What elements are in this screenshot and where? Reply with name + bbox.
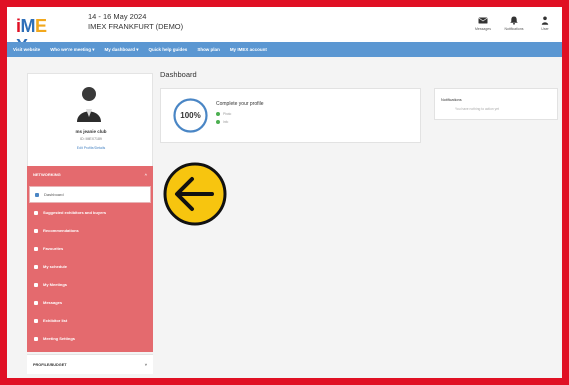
menu-heading-label: NETWORKING (33, 172, 61, 177)
logo-letter: M (20, 16, 36, 36)
edit-profile-link[interactable]: Edit Profile/Details (28, 146, 154, 150)
person-icon (541, 16, 549, 25)
menu-item-messages[interactable]: Messages (29, 294, 151, 311)
networking-menu: NETWORKING ˄ Dashboard Suggested exhibit… (27, 166, 153, 352)
notifications-card: Notifications You have nothing to action… (434, 88, 558, 120)
profile-budget-label: PROFILE/BUDGET (33, 362, 67, 367)
completion-title: Complete your profile (216, 101, 264, 107)
messages-label: Messages (475, 27, 491, 31)
legend-item: Info (216, 120, 228, 124)
chevron-up-icon: ˄ (144, 172, 147, 177)
arrow-left-icon (163, 162, 227, 226)
bell-icon (510, 16, 518, 25)
menu-item-exhibitor-list[interactable]: Exhibitor list (29, 312, 151, 329)
completion-ring: 100% (173, 98, 208, 133)
page-title: Dashboard (160, 70, 197, 79)
nav-my-dashboard[interactable]: My dashboard ▾ (105, 47, 139, 53)
legend-label: Photo (223, 112, 232, 116)
event-name: IMEX FRANKFURT (DEMO) (88, 22, 184, 31)
menu-heading[interactable]: NETWORKING ˄ (33, 172, 147, 177)
event-info: 14 - 16 May 2024 IMEX FRANKFURT (DEMO) (88, 12, 183, 32)
avatar (77, 87, 101, 122)
menu-item-suggested[interactable]: Suggested exhibitors and buyers (29, 204, 151, 221)
user-label: User (541, 27, 549, 31)
header-icons: Messages Notifications User (472, 16, 556, 31)
menu-item-label: My schedule (43, 264, 68, 269)
event-date: 14 - 16 May 2024 (88, 12, 147, 21)
suggestions-icon (34, 210, 38, 215)
menu-item-recommendations[interactable]: Recommendations (29, 222, 151, 239)
menu-item-label: My Meetings (43, 282, 68, 287)
nav-quick-help[interactable]: Quick help guides (149, 47, 188, 52)
messages-button[interactable]: Messages (472, 16, 494, 31)
legend-item: Photo (216, 112, 231, 116)
profile-completion-card[interactable]: 100% Complete your profile Photo Info (160, 88, 421, 143)
recommendations-icon (34, 228, 38, 233)
star-icon (34, 246, 38, 251)
top-header: iMEX 14 - 16 May 2024 IMEX FRANKFURT (DE… (7, 7, 562, 56)
nav-who-meeting[interactable]: Who we're meeting ▾ (50, 47, 94, 53)
settings-icon (34, 336, 38, 341)
nav-show-plan[interactable]: Show plan (197, 47, 220, 52)
profile-name: ms jeanie club (75, 129, 107, 134)
nav-my-account[interactable]: My IMEX account (230, 47, 267, 52)
menu-item-label: Dashboard (44, 192, 64, 197)
list-icon (34, 318, 38, 323)
legend-label: Info (223, 120, 229, 124)
imex-logo[interactable]: iMEX (16, 16, 56, 56)
completion-percent: 100% (180, 111, 200, 120)
legend-dot (216, 120, 220, 124)
user-button[interactable]: User (534, 16, 556, 31)
notifications-subtitle: You have nothing to action yet (455, 107, 500, 111)
menu-item-meeting-settings[interactable]: Meeting Settings (29, 330, 151, 347)
notifications-label: Notifications (504, 27, 524, 31)
notifications-button[interactable]: Notifications (503, 16, 525, 31)
menu-item-meetings[interactable]: My Meetings (29, 276, 151, 293)
profile-budget-toggle[interactable]: PROFILE/BUDGET ˅ (27, 354, 153, 374)
nav-visit-website[interactable]: Visit website (13, 47, 40, 52)
profile-card: ms jeanie club ID: IMEX7189 Edit Profile… (27, 73, 153, 168)
envelope-icon (478, 17, 488, 24)
menu-item-label: Exhibitor list (43, 318, 68, 323)
logo-letter: E (35, 16, 47, 36)
menu-item-label: Favourites (43, 246, 64, 251)
notifications-title: Notifications (441, 98, 462, 102)
menu-item-schedule[interactable]: My schedule (29, 258, 151, 275)
main-nav: Visit website Who we're meeting ▾ My das… (7, 42, 562, 57)
dashboard-icon (35, 192, 39, 197)
envelope-icon (34, 300, 38, 305)
page-content: ms jeanie club ID: IMEX7189 Edit Profile… (7, 57, 562, 378)
menu-item-label: Meeting Settings (43, 336, 76, 341)
legend-dot (216, 112, 220, 116)
menu-item-dashboard[interactable]: Dashboard (29, 186, 151, 203)
meetings-icon (34, 282, 38, 287)
calendar-icon (34, 264, 38, 269)
menu-item-favourites[interactable]: Favourites (29, 240, 151, 257)
menu-item-label: Recommendations (43, 228, 79, 233)
menu-item-label: Messages (43, 300, 63, 305)
menu-item-label: Suggested exhibitors and buyers (43, 210, 107, 215)
profile-id: ID: IMEX7189 (80, 137, 102, 141)
chevron-down-icon: ˅ (144, 362, 147, 367)
